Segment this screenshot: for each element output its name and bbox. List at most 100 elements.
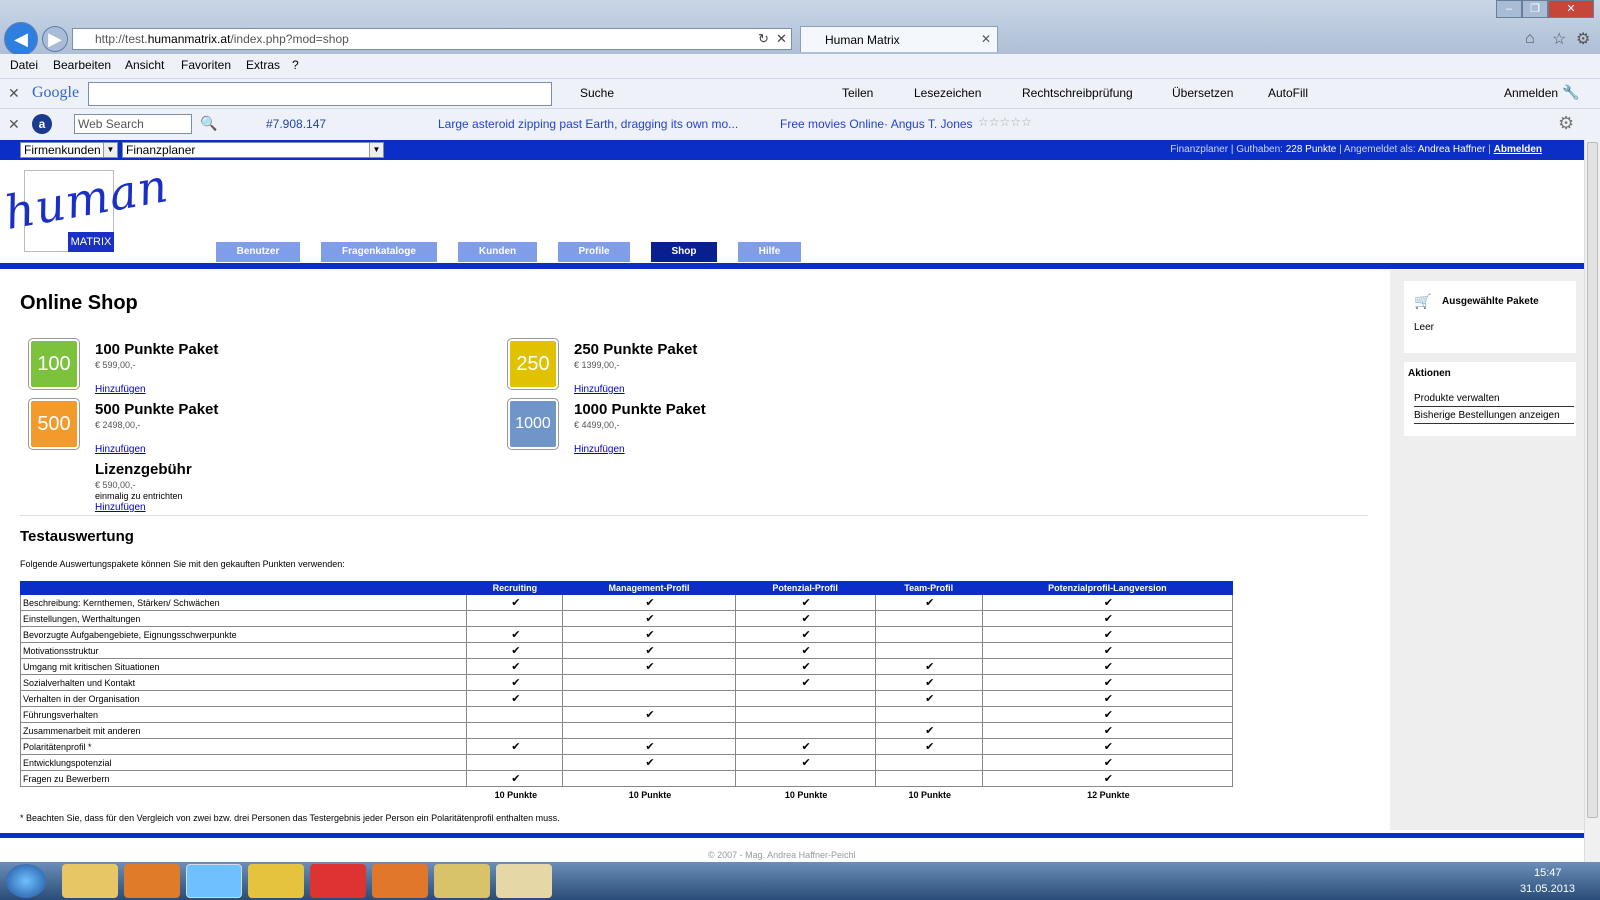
table-row: Zusammenarbeit mit anderen ✔ ✔ — [19, 722, 1234, 739]
security-shield-icon[interactable] — [434, 864, 490, 898]
menu-bearbeiten[interactable]: Bearbeiten — [53, 58, 111, 72]
check-cell: ✔ — [981, 690, 1234, 707]
wrench-icon[interactable]: 🔧 — [1562, 84, 1579, 101]
bookmarks-button[interactable]: Lesezeichen — [914, 86, 981, 100]
google-search-input[interactable] — [88, 82, 552, 106]
eval-footnote: * Beachten Sie, dass für den Vergleich v… — [20, 813, 560, 823]
stop-icon[interactable]: ✕ — [776, 31, 787, 47]
package-100-add-link[interactable]: Hinzufügen — [95, 384, 146, 395]
chrome-icon[interactable] — [248, 864, 304, 898]
check-cell — [734, 722, 876, 739]
firefox-icon[interactable] — [372, 864, 428, 898]
news-ticker-link[interactable]: Large asteroid zipping past Earth, dragg… — [438, 117, 738, 131]
check-cell — [562, 722, 736, 739]
check-cell: ✔ — [466, 626, 564, 643]
close-window-button[interactable]: ✕ — [1548, 0, 1594, 18]
favorites-icon[interactable]: ☆ — [1552, 29, 1566, 49]
actions-box: Aktionen Produkte verwalten Bisherige Be… — [1404, 362, 1576, 436]
translate-button[interactable]: Übersetzen — [1172, 86, 1233, 100]
rating-stars-icon[interactable]: ☆☆☆☆☆ — [978, 115, 1032, 129]
row-label: Motivationsstruktur — [19, 642, 468, 659]
check-cell: ✔ — [562, 626, 736, 643]
row-label: Verhalten in der Organisation — [19, 690, 468, 707]
home-icon[interactable]: ⌂ — [1525, 30, 1535, 48]
start-button[interactable] — [6, 864, 46, 898]
scrollbar-thumb[interactable] — [1587, 142, 1598, 818]
action-divider — [1414, 423, 1574, 424]
address-bar[interactable]: http://test.humanmatrix.at/index.php?mod… — [72, 28, 792, 50]
menu-ansicht[interactable]: Ansicht — [125, 58, 164, 72]
menu-help[interactable]: ? — [292, 58, 299, 72]
settings-icon[interactable]: ⚙ — [1576, 29, 1590, 49]
media-player-icon[interactable] — [124, 864, 180, 898]
check-cell — [562, 770, 736, 787]
action-order-history[interactable]: Bisherige Bestellungen anzeigen — [1414, 410, 1560, 421]
tab-benutzer[interactable]: Benutzer — [216, 242, 300, 262]
rank-count[interactable]: #7.908.147 — [266, 117, 326, 131]
menu-extras[interactable]: Extras — [246, 58, 280, 72]
menu-favoriten[interactable]: Favoriten — [181, 58, 231, 72]
cart-icon: 🛒 — [1414, 293, 1432, 309]
table-row: Beschreibung: Kernthemen, Stärken/ Schwä… — [19, 594, 1234, 611]
basket-app-icon[interactable] — [496, 864, 552, 898]
check-cell: ✔ — [466, 642, 564, 659]
table-row: Führungsverhalten ✔ ✔ — [19, 706, 1234, 723]
menu-datei[interactable]: Datei — [10, 58, 38, 72]
table-row: Entwicklungspotenzial ✔ ✔ ✔ — [19, 754, 1234, 771]
check-cell: ✔ — [562, 754, 736, 771]
module-select[interactable]: Finanzplaner ▼ — [122, 142, 384, 158]
tab-kunden[interactable]: Kunden — [458, 242, 537, 262]
check-cell: ✔ — [981, 594, 1234, 611]
gear-icon[interactable]: ⚙ — [1558, 113, 1574, 134]
share-button[interactable]: Teilen — [842, 86, 873, 100]
points-value: 10 Punkte — [628, 789, 672, 800]
clock-date[interactable]: 31.05.2013 — [1520, 883, 1575, 895]
autofill-button[interactable]: AutoFill — [1268, 86, 1308, 100]
refresh-icon[interactable]: ↻ — [758, 31, 769, 47]
check-cell: ✔ — [874, 594, 983, 611]
maximize-button[interactable]: ❐ — [1522, 0, 1548, 18]
browser-tab[interactable]: Human Matrix ✕ — [800, 26, 998, 52]
back-button[interactable]: ◀ — [4, 22, 38, 56]
cart-empty: Leer — [1414, 322, 1435, 333]
internet-explorer-icon[interactable] — [186, 864, 242, 898]
clock-time[interactable]: 15:47 — [1534, 867, 1562, 879]
customer-type-value: Firmenkunden — [24, 143, 101, 157]
chevron-down-icon[interactable]: ▼ — [103, 143, 117, 157]
close-toolbar-icon[interactable]: ✕ — [8, 85, 20, 102]
check-cell: ✔ — [466, 690, 564, 707]
page-title: Online Shop — [20, 292, 138, 314]
app-icon[interactable] — [310, 864, 366, 898]
license-add-link[interactable]: Hinzufügen — [95, 502, 146, 513]
table-row: Einstellungen, Werthaltungen ✔ ✔ ✔ — [19, 610, 1234, 627]
chevron-down-icon[interactable]: ▼ — [369, 143, 383, 157]
spellcheck-button[interactable]: Rechtschreibprüfung — [1022, 86, 1133, 100]
check-cell: ✔ — [734, 738, 876, 755]
signin-button[interactable]: Anmelden — [1504, 86, 1558, 100]
package-250-add-link[interactable]: Hinzufügen — [574, 384, 625, 395]
eval-title: Testauswertung — [20, 528, 134, 545]
package-1000-add-link[interactable]: Hinzufügen — [574, 444, 625, 455]
info-mid: | Angemeldet als: — [1336, 144, 1418, 155]
forward-button[interactable]: ▶ — [42, 26, 68, 52]
search-icon[interactable]: 🔍 — [200, 115, 217, 132]
close-toolbar-icon[interactable]: ✕ — [8, 116, 20, 133]
tab-hilfe[interactable]: Hilfe — [738, 242, 801, 262]
tab-close-icon[interactable]: ✕ — [981, 32, 991, 46]
tab-fragenkataloge[interactable]: Fragenkataloge — [321, 242, 437, 262]
movies-link[interactable]: Free movies Online· Angus T. Jones — [780, 117, 973, 131]
logout-link[interactable]: Abmelden — [1494, 144, 1542, 155]
ask-logo-icon[interactable]: a — [32, 114, 52, 134]
minimize-button[interactable]: – — [1496, 0, 1522, 18]
page-scrollbar[interactable] — [1584, 140, 1600, 878]
points-value: 12 Punkte — [1087, 789, 1130, 800]
tab-profile[interactable]: Profile — [558, 242, 630, 262]
info-sep: | — [1485, 144, 1494, 155]
package-500-icon: 500 — [29, 399, 79, 449]
tab-shop[interactable]: Shop — [651, 242, 717, 262]
customer-type-select[interactable]: Firmenkunden ▼ — [20, 142, 118, 158]
package-500-add-link[interactable]: Hinzufügen — [95, 444, 146, 455]
action-manage-products[interactable]: Produkte verwalten — [1414, 393, 1500, 404]
search-button[interactable]: Suche — [580, 86, 614, 100]
explorer-icon[interactable] — [62, 864, 118, 898]
